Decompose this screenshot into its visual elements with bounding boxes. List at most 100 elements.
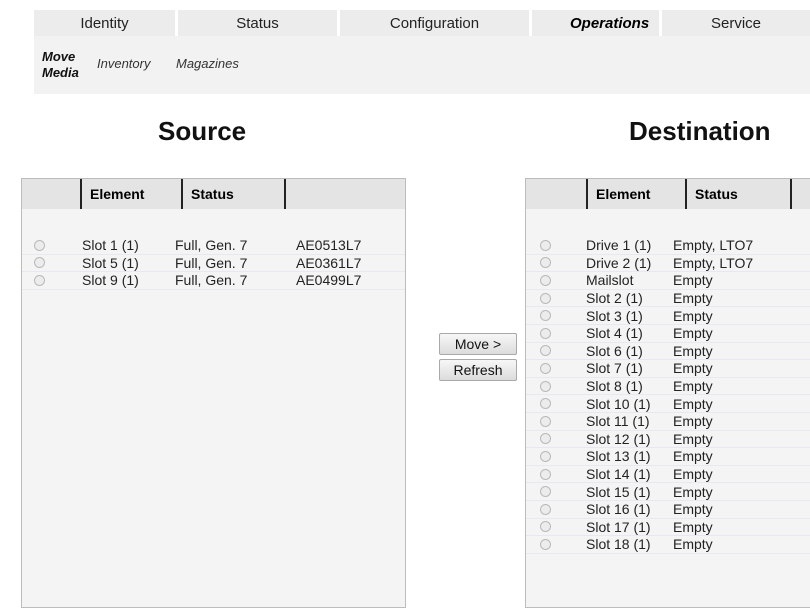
destination-cell-element: Slot 6 (1) — [586, 342, 643, 359]
destination-cell-element: Slot 15 (1) — [586, 483, 651, 500]
destination-radio[interactable] — [540, 239, 551, 251]
destination-radio[interactable] — [540, 398, 551, 410]
destination-row[interactable]: Slot 15 (1) Empty — [526, 483, 810, 501]
destination-cell-element: Slot 11 (1) — [586, 413, 650, 430]
destination-radio[interactable] — [540, 521, 551, 533]
source-row[interactable]: Slot 5 (1) Full, Gen. 7 AE0361L7 — [22, 255, 405, 273]
destination-row[interactable]: Mailslot Empty — [526, 272, 810, 290]
destination-radio[interactable] — [540, 274, 551, 286]
destination-table-header: Element Status — [526, 179, 810, 209]
destination-cell-status: Empty — [673, 360, 713, 377]
source-cell-barcode: AE0499L7 — [296, 272, 362, 289]
destination-cell-status: Empty — [673, 518, 713, 535]
source-cell-element: Slot 9 (1) — [82, 272, 139, 289]
source-table-header: Element Status — [22, 179, 405, 209]
source-cell-status: Full, Gen. 7 — [175, 254, 248, 271]
destination-cell-element: Slot 18 (1) — [586, 536, 651, 553]
destination-radio[interactable] — [540, 362, 551, 374]
destination-panel: Element Status Drive 1 (1) Empty, LTO7 Dr… — [525, 178, 810, 608]
destination-cell-status: Empty — [673, 501, 713, 518]
tab-configuration[interactable]: Configuration — [340, 10, 532, 36]
destination-row[interactable]: Slot 12 (1) Empty — [526, 431, 810, 449]
subnav-magazines[interactable]: Magazines — [176, 56, 239, 71]
source-radio[interactable] — [34, 239, 45, 251]
destination-radio[interactable] — [540, 292, 551, 304]
tab-identity[interactable]: Identity — [34, 10, 178, 36]
destination-radio[interactable] — [540, 538, 551, 550]
source-cell-status: Full, Gen. 7 — [175, 272, 248, 289]
destination-row[interactable]: Slot 3 (1) Empty — [526, 307, 810, 325]
destination-header-blank — [790, 179, 810, 209]
tab-label: Service — [710, 14, 762, 32]
destination-radio[interactable] — [540, 503, 551, 515]
source-row[interactable]: Slot 1 (1) Full, Gen. 7 AE0513L7 — [22, 237, 405, 255]
source-cell-element: Slot 5 (1) — [82, 254, 139, 271]
destination-cell-status: Empty — [673, 536, 713, 553]
source-panel: Element Status Slot 1 (1) Full, Gen. 7 A… — [21, 178, 406, 608]
destination-cell-element: Slot 2 (1) — [586, 290, 643, 307]
destination-row[interactable]: Slot 2 (1) Empty — [526, 290, 810, 308]
source-cell-element: Slot 1 (1) — [82, 237, 139, 254]
destination-cell-element: Slot 12 (1) — [586, 430, 651, 447]
destination-row[interactable]: Slot 13 (1) Empty — [526, 448, 810, 466]
destination-row[interactable]: Slot 17 (1) Empty — [526, 519, 810, 537]
destination-cell-element: Slot 10 (1) — [586, 395, 651, 412]
tab-status[interactable]: Status — [178, 10, 340, 36]
destination-row[interactable]: Slot 16 (1) Empty — [526, 501, 810, 519]
destination-cell-status: Empty, LTO7 — [673, 237, 754, 254]
tab-operations[interactable]: Operations — [532, 10, 662, 36]
destination-radio[interactable] — [540, 327, 551, 339]
destination-radio[interactable] — [540, 257, 551, 269]
source-header-status: Status — [181, 179, 284, 209]
top-nav: Identity Status Configuration Operations… — [34, 10, 810, 36]
destination-cell-element: Slot 7 (1) — [586, 360, 643, 377]
destination-cell-status: Empty — [673, 483, 713, 500]
move-button[interactable]: Move > — [439, 333, 517, 355]
source-rows: Slot 1 (1) Full, Gen. 7 AE0513L7 Slot 5 … — [22, 237, 405, 290]
destination-row[interactable]: Slot 8 (1) Empty — [526, 378, 810, 396]
destination-cell-element: Slot 3 (1) — [586, 307, 643, 324]
source-radio[interactable] — [34, 257, 45, 269]
refresh-button[interactable]: Refresh — [439, 359, 517, 381]
destination-row[interactable]: Slot 7 (1) Empty — [526, 360, 810, 378]
destination-cell-element: Slot 16 (1) — [586, 501, 651, 518]
destination-cell-status: Empty — [673, 307, 713, 324]
destination-row[interactable]: Slot 18 (1) Empty — [526, 536, 810, 554]
destination-radio[interactable] — [540, 345, 551, 357]
subnav-inventory[interactable]: Inventory — [97, 56, 150, 71]
source-cell-status: Full, Gen. 7 — [175, 237, 248, 254]
destination-cell-status: Empty — [673, 395, 713, 412]
destination-cell-element: Slot 8 (1) — [586, 378, 643, 395]
destination-radio[interactable] — [540, 468, 551, 480]
destination-row[interactable]: Slot 11 (1) Empty — [526, 413, 810, 431]
tab-service[interactable]: Service — [662, 10, 810, 36]
destination-radio[interactable] — [540, 310, 551, 322]
destination-radio[interactable] — [540, 433, 551, 445]
destination-cell-status: Empty — [673, 413, 713, 430]
destination-cell-element: Slot 14 (1) — [586, 466, 651, 483]
destination-cell-status: Empty — [673, 272, 713, 289]
destination-row[interactable]: Slot 4 (1) Empty — [526, 325, 810, 343]
source-cell-barcode: AE0513L7 — [296, 237, 362, 254]
tab-label: Identity — [80, 14, 129, 32]
destination-radio[interactable] — [540, 450, 551, 462]
destination-row[interactable]: Drive 2 (1) Empty, LTO7 — [526, 255, 810, 273]
subnav-move-media[interactable]: Move Media — [42, 49, 82, 81]
destination-cell-element: Drive 1 (1) — [586, 237, 652, 254]
source-radio[interactable] — [34, 274, 45, 286]
source-title: Source — [158, 116, 247, 146]
destination-radio[interactable] — [540, 415, 551, 427]
destination-row[interactable]: Slot 10 (1) Empty — [526, 395, 810, 413]
destination-cell-status: Empty — [673, 466, 713, 483]
source-cell-barcode: AE0361L7 — [296, 254, 362, 271]
source-row[interactable]: Slot 9 (1) Full, Gen. 7 AE0499L7 — [22, 272, 405, 290]
destination-row[interactable]: Slot 6 (1) Empty — [526, 343, 810, 361]
destination-cell-status: Empty — [673, 430, 713, 447]
destination-radio[interactable] — [540, 380, 551, 392]
destination-row[interactable]: Drive 1 (1) Empty, LTO7 — [526, 237, 810, 255]
source-header-element: Element — [80, 179, 181, 209]
destination-row[interactable]: Slot 14 (1) Empty — [526, 466, 810, 484]
destination-cell-element: Slot 4 (1) — [586, 325, 643, 342]
tab-label: Configuration — [389, 14, 480, 32]
destination-radio[interactable] — [540, 486, 551, 498]
